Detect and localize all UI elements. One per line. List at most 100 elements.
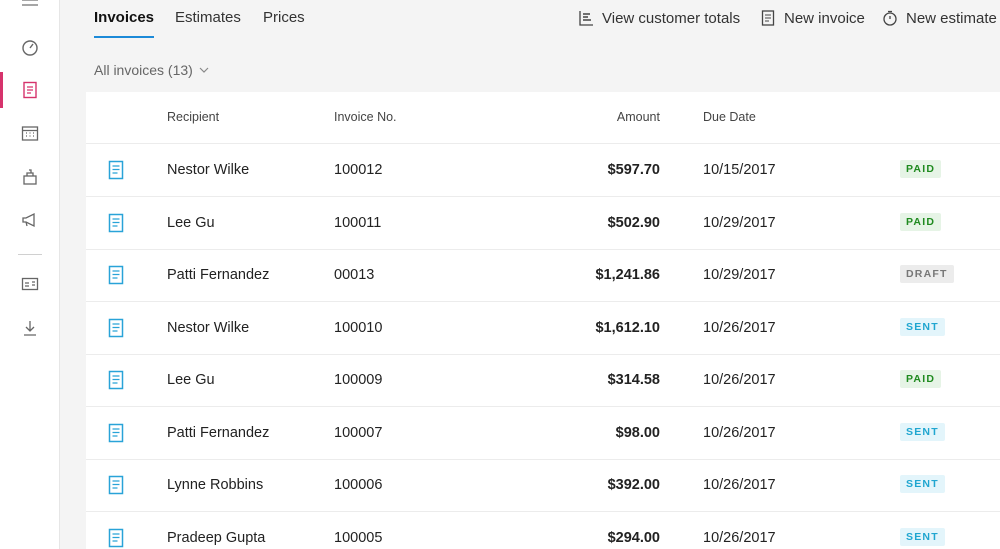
cell-invoice-no: 100010	[334, 319, 383, 336]
invoice-icon	[108, 370, 124, 390]
status-badge: SENT	[900, 527, 945, 546]
tab-estimates[interactable]: Estimates	[175, 8, 241, 38]
invoice-icon	[108, 475, 124, 495]
cell-invoice-no: 100009	[334, 372, 383, 388]
filter-label: All invoices (13)	[94, 62, 193, 78]
table-header: Recipient Invoice No. Amount Due Date	[86, 92, 1000, 144]
cell-recipient: Nestor Wilke	[167, 319, 250, 336]
table-row[interactable]: Nestor Wilke 100012 $597.70 10/15/2017 PAID	[86, 144, 1000, 197]
rail-item-dashboard[interactable]	[0, 28, 60, 68]
invoice-icon	[108, 318, 124, 337]
cell-amount: $392.00	[607, 477, 660, 493]
row-invoice-icon	[108, 528, 124, 549]
cell-recipient: Lee Gu	[167, 372, 215, 388]
column-header-amount[interactable]: Amount	[617, 110, 660, 124]
status-badge: PAID	[900, 212, 942, 231]
invoice-icon	[108, 213, 124, 232]
column-header-recipient[interactable]: Recipient	[167, 110, 219, 124]
contact-card-icon	[21, 277, 39, 291]
menu-icon	[22, 0, 38, 6]
rail-divider	[18, 254, 42, 255]
rail-item-marketing[interactable]	[0, 200, 60, 240]
command-label: New estimate	[906, 9, 997, 27]
invoice-filter-dropdown[interactable]: All invoices (13)	[94, 62, 209, 78]
command-label: New invoice	[784, 9, 865, 27]
chevron-down-icon	[199, 67, 209, 73]
cell-amount: $502.90	[607, 214, 660, 231]
row-invoice-icon	[108, 423, 124, 447]
cell-due-date: 10/15/2017	[703, 162, 776, 178]
row-invoice-icon	[108, 160, 124, 184]
new-invoice-button[interactable]: New invoice	[760, 8, 865, 28]
table-row[interactable]: Lee Gu 100009 $314.58 10/26/2017 PAID	[86, 354, 1000, 407]
view-customer-totals-button[interactable]: View customer totals	[578, 8, 740, 28]
invoice-icon	[108, 160, 124, 180]
row-invoice-icon	[108, 475, 124, 499]
table-row[interactable]: Nestor Wilke 100010 $1,612.10 10/26/2017 SEN…	[86, 302, 1000, 355]
rail-item-download[interactable]	[0, 308, 60, 348]
document-icon	[761, 10, 775, 26]
cell-recipient: Lee Gu	[167, 214, 215, 231]
cell-recipient: Patti Fernandez	[167, 424, 270, 441]
tab-label: Invoices	[94, 9, 155, 26]
rail-item-calendar[interactable]	[0, 113, 60, 153]
calendar-icon	[21, 126, 39, 141]
status-badge: PAID	[900, 370, 942, 388]
status-badge: PAID	[900, 160, 942, 178]
rail-item-invoices[interactable]	[0, 70, 60, 110]
megaphone-icon	[22, 212, 35, 228]
cell-recipient: Pradeep Gupta	[167, 529, 266, 546]
cell-recipient: Patti Fernandez	[167, 267, 270, 283]
cell-invoice-no: 00013	[334, 267, 375, 283]
invoice-icon	[23, 81, 37, 99]
cell-invoice-no: 100005	[334, 529, 383, 546]
invoice-icon	[108, 265, 124, 285]
hamburger-menu-button[interactable]	[0, 0, 60, 26]
status-badge: SENT	[900, 317, 945, 336]
tab-invoices[interactable]: Invoices	[94, 8, 155, 38]
command-label: View customer totals	[602, 9, 741, 27]
rail-item-contacts[interactable]	[0, 264, 60, 304]
status-badge: DRAFT	[900, 265, 954, 283]
row-invoice-icon	[108, 318, 124, 342]
dashboard-icon	[22, 40, 38, 56]
tab-label: Estimates	[175, 9, 241, 26]
left-nav-rail	[0, 0, 60, 549]
cell-due-date: 10/29/2017	[703, 214, 776, 231]
report-icon	[579, 11, 593, 26]
cell-amount: $597.70	[607, 162, 660, 178]
top-command-bar: Invoices Estimates Prices View customer …	[60, 0, 1000, 48]
cell-due-date: 10/26/2017	[703, 319, 776, 336]
row-invoice-icon	[108, 265, 124, 289]
cell-due-date: 10/29/2017	[703, 267, 776, 283]
cell-invoice-no: 100007	[334, 424, 383, 441]
table-row[interactable]: Lee Gu 100011 $502.90 10/29/2017 PAID	[86, 197, 1000, 250]
cell-due-date: 10/26/2017	[703, 372, 776, 388]
stopwatch-icon	[883, 10, 897, 26]
row-invoice-icon	[108, 370, 124, 394]
table-row[interactable]: Lynne Robbins 100006 $392.00 10/26/2017 SENT	[86, 459, 1000, 512]
invoice-icon	[108, 528, 124, 547]
cell-due-date: 10/26/2017	[703, 424, 776, 441]
tab-label: Prices	[263, 9, 305, 26]
column-header-invoice-no[interactable]: Invoice No.	[334, 110, 397, 124]
rail-item-inventory[interactable]	[0, 157, 60, 197]
column-header-due-date[interactable]: Due Date	[703, 110, 756, 124]
cell-amount: $294.00	[607, 529, 660, 546]
table-row[interactable]: Pradeep Gupta 100005 $294.00 10/26/2017 SENT	[86, 512, 1000, 549]
cell-amount: $314.58	[607, 372, 660, 388]
row-invoice-icon	[108, 213, 124, 237]
table-row[interactable]: Patti Fernandez 100007 $98.00 10/26/2017 SEN…	[86, 407, 1000, 460]
new-estimate-button[interactable]: New estimate	[882, 8, 997, 28]
invoice-icon	[108, 423, 124, 442]
table-row[interactable]: Patti Fernandez 00013 $1,241.86 10/29/2017 D…	[86, 249, 1000, 302]
cell-amount: $1,241.86	[595, 267, 660, 283]
cell-recipient: Nestor Wilke	[167, 162, 250, 178]
cell-recipient: Lynne Robbins	[167, 477, 264, 493]
cell-amount: $1,612.10	[595, 319, 660, 336]
download-icon	[24, 321, 36, 336]
cell-amount: $98.00	[615, 424, 660, 441]
cell-due-date: 10/26/2017	[703, 529, 776, 546]
cell-invoice-no: 100012	[334, 162, 383, 178]
tab-prices[interactable]: Prices	[263, 8, 305, 38]
